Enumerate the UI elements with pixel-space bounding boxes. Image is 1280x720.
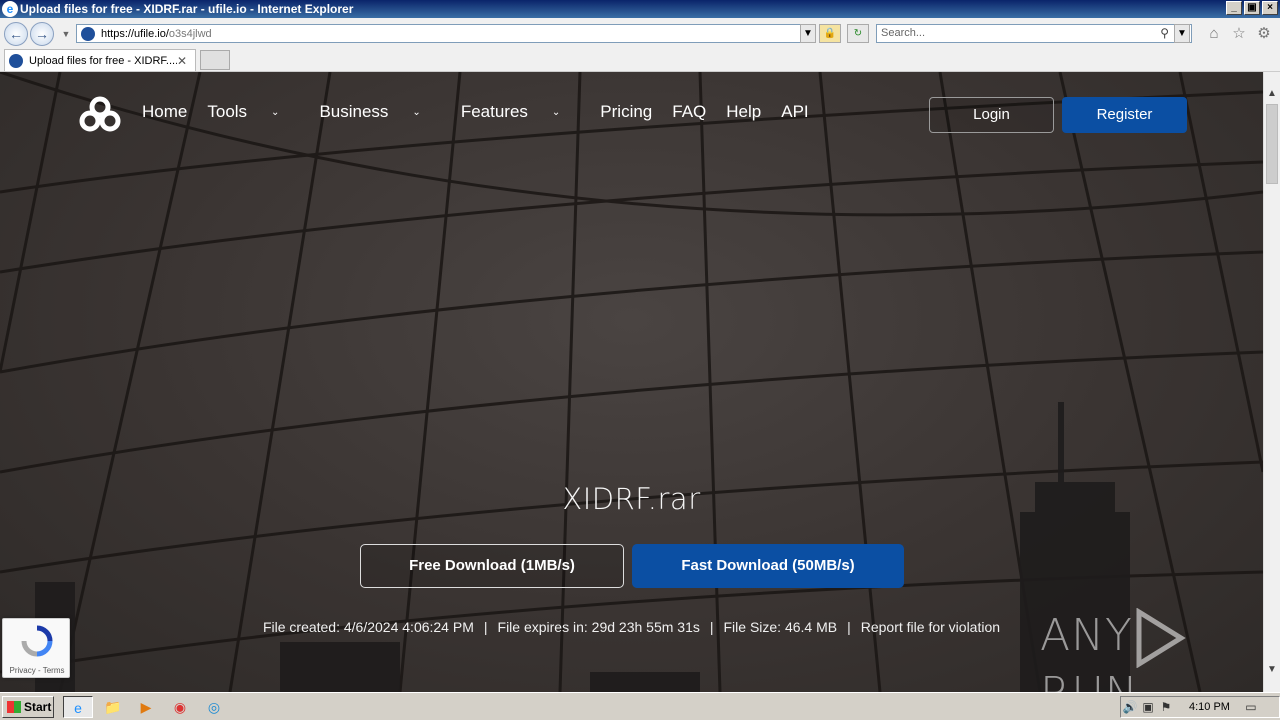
separator: | [709,619,714,635]
nav-tools[interactable]: Tools ⌄ [207,102,299,122]
clock[interactable]: 4:10 PM [1189,701,1230,713]
network-icon[interactable]: ▣ [1139,700,1157,714]
refresh-icon[interactable]: ↻ [847,24,869,43]
chevron-down-icon: ⌄ [551,107,561,119]
new-tab-button[interactable] [200,50,230,70]
chevron-down-icon: ⌄ [271,107,280,119]
anyrun-watermark: ANY RUN [1040,608,1263,692]
taskbar-folder-icon[interactable]: 📁 [98,696,128,718]
vertical-scrollbar[interactable]: ▲ ▼ [1263,72,1280,692]
bridge-cables-background [0,72,1263,692]
start-button[interactable]: Start [2,696,54,718]
back-button[interactable]: ← [4,22,28,46]
separator: | [483,619,488,635]
file-name-heading: XIDRF.rar [562,482,701,516]
settings-gear-icon[interactable]: ⚙ [1256,26,1272,42]
url-dropdown-icon[interactable]: ▼ [800,24,816,43]
scroll-up-icon[interactable]: ▲ [1264,86,1280,102]
action-center-flag-icon[interactable]: ⚑ [1157,700,1175,714]
recaptcha-links[interactable]: Privacy - Terms [3,666,71,675]
nav-features-label: Features [460,102,528,121]
url-host: https://ufile.io/ [101,27,169,40]
forward-button[interactable]: → [30,22,54,46]
taskbar-media-player-icon[interactable]: ▶ [131,696,161,718]
taskbar-edge-icon[interactable]: ◎ [199,696,229,718]
taskbar-ie-icon[interactable]: e [63,696,93,718]
file-created: File created: 4/6/2024 4:06:24 PM [262,619,474,635]
search-placeholder: Search... [881,27,926,39]
nav-business[interactable]: Business ⌄ [319,102,440,122]
system-tray: 🔊 ▣ ⚑ 4:10 PM ▭ [1120,696,1280,718]
nav-tools-label: Tools [207,102,248,121]
window-controls: _ ▣ × [1226,1,1278,15]
scrollbar-thumb[interactable] [1266,104,1278,184]
recaptcha-badge[interactable]: Privacy - Terms [2,618,70,678]
volume-icon[interactable]: 🔊 [1121,700,1139,714]
nav-pricing[interactable]: Pricing [600,102,652,122]
restore-button[interactable]: ▣ [1244,1,1260,15]
register-button[interactable]: Register [1062,97,1187,133]
internet-explorer-icon: e [2,1,18,17]
search-icon[interactable]: ⚲ [1160,25,1169,42]
tab-ufile[interactable]: Upload files for free - XIDRF.... ✕ [4,49,196,71]
web-page: Home Tools ⌄ Business ⌄ Features ⌄ Pricing … [0,72,1263,692]
tab-bar: Upload files for free - XIDRF.... ✕ [0,48,1280,72]
ufile-logo-icon[interactable] [76,94,124,134]
file-size: File Size: 46.4 MB [723,619,838,635]
site-favicon-icon [81,26,95,41]
window-titlebar: e Upload files for free - XIDRF.rar - uf… [0,0,1280,18]
fast-download-button[interactable]: Fast Download (50MB/s) [632,544,904,588]
watermark-right: RUN [1040,668,1139,692]
start-label: Start [24,700,52,714]
url-input[interactable]: https://ufile.io/o3s4jlwd [76,24,816,43]
report-violation-link[interactable]: Report file for violation [861,619,1000,635]
nav-features[interactable]: Features ⌄ [461,102,580,122]
nav-business-label: Business [319,102,389,121]
url-path: o3s4jlwd [168,27,212,40]
window-title: Upload files for free - XIDRF.rar - ufil… [20,2,354,16]
close-tab-icon[interactable]: ✕ [177,54,191,68]
taskbar-chrome-icon[interactable]: ◉ [165,696,195,718]
chevron-down-icon: ⌄ [412,107,421,119]
close-window-button[interactable]: × [1262,1,1278,15]
nav-faq[interactable]: FAQ [672,102,706,122]
scroll-down-icon[interactable]: ▼ [1264,662,1280,678]
history-dropdown-icon[interactable]: ▼ [58,26,74,42]
tab-label: Upload files for free - XIDRF.... [29,54,177,67]
watermark-left: ANY [1040,610,1133,661]
login-button[interactable]: Login [929,97,1054,133]
search-dropdown-icon[interactable]: ▼ [1174,24,1190,43]
nav-api[interactable]: API [781,102,808,122]
recaptcha-icon [21,625,53,657]
windows-taskbar: Start e 📁 ▶ ◉ ◎ 🔊 ▣ ⚑ 4:10 PM ▭ [0,692,1280,720]
play-logo-icon [1136,608,1186,668]
home-icon[interactable]: ⌂ [1206,26,1222,42]
separator: | [847,619,851,635]
nav-home[interactable]: Home [142,102,187,122]
file-expires: File expires in: 29d 23h 55m 31s [497,619,700,635]
address-toolbar: ← → ▼ https://ufile.io/o3s4jlwd ▼ 🔒 ↻ Se… [0,18,1280,48]
favorites-star-icon[interactable]: ☆ [1231,26,1247,42]
windows-flag-icon [7,701,21,713]
minimize-button[interactable]: _ [1226,1,1242,15]
lock-icon[interactable]: 🔒 [819,24,841,43]
nav-help[interactable]: Help [726,102,761,122]
main-nav: Home Tools ⌄ Business ⌄ Features ⌄ Pricing … [142,102,829,122]
free-download-button[interactable]: Free Download (1MB/s) [360,544,624,588]
show-desktop-icon[interactable]: ▭ [1242,700,1260,714]
tab-favicon-icon [9,53,23,68]
search-input[interactable]: Search... ⚲ [876,24,1192,43]
